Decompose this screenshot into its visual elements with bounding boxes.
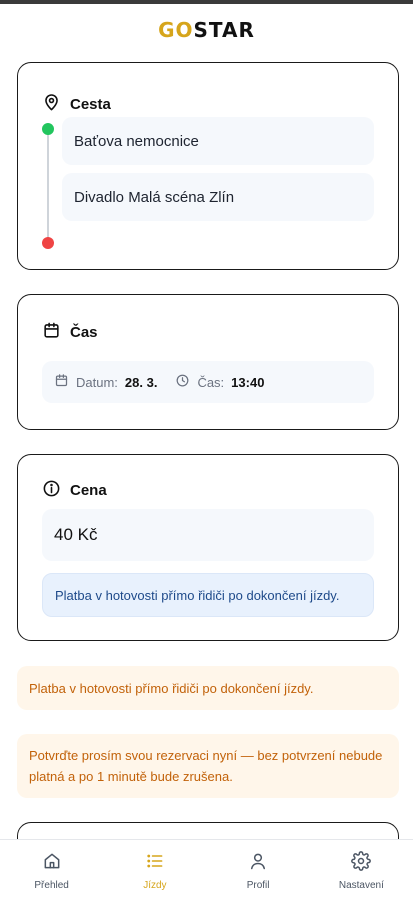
- calendar-icon: [42, 321, 61, 344]
- info-icon: [42, 479, 61, 502]
- route-card: Cesta Baťova nemocnice Divadlo Malá scén…: [17, 62, 399, 270]
- date-value: 28. 3.: [124, 374, 158, 390]
- map-pin-icon: [42, 93, 61, 116]
- price-title-label: Cena: [70, 482, 107, 499]
- price-card-title: Cena: [42, 479, 107, 502]
- calendar-small-icon: [54, 373, 76, 391]
- nav-label-profil: Profil: [246, 880, 270, 891]
- logo-star-text: STAR: [193, 18, 255, 42]
- time-label: Čas:: [197, 374, 225, 390]
- time-value: 13:40: [231, 374, 265, 390]
- bottom-navigation: Přehled Jízdy Profil Nastavení: [0, 839, 413, 899]
- datetime-row[interactable]: Datum: 28. 3. Čas: 13:40: [42, 361, 374, 403]
- nav-label-jizdy: Jízdy: [143, 880, 167, 891]
- app-header: GO STAR: [0, 4, 413, 56]
- nav-label-prehled: Přehled: [34, 880, 69, 891]
- payment-info-note: Platba v hotovosti přímo řidiči po dokon…: [42, 573, 374, 617]
- time-card: Čas Datum: 28. 3. Čas: 13:40: [17, 294, 399, 430]
- nav-item-jizdy[interactable]: Jízdy: [103, 840, 206, 899]
- nav-label-nastaveni: Nastavení: [338, 880, 384, 891]
- home-icon: [42, 851, 62, 880]
- nav-item-prehled[interactable]: Přehled: [0, 840, 103, 899]
- logo-go-text: GO: [158, 18, 194, 42]
- time-card-title: Čas: [42, 321, 98, 344]
- next-card-partial: [17, 822, 399, 839]
- route-start-dot: [42, 123, 54, 135]
- list-icon: [145, 851, 165, 880]
- route-to-field[interactable]: Divadlo Malá scéna Zlín: [62, 173, 374, 221]
- date-label: Datum:: [76, 374, 118, 390]
- payment-notice: Platba v hotovosti přímo řidiči po dokon…: [17, 666, 399, 710]
- route-end-dot: [42, 237, 54, 249]
- app-logo[interactable]: GO STAR: [158, 18, 255, 42]
- gear-icon: [351, 851, 372, 880]
- user-icon: [248, 851, 268, 880]
- route-from-field[interactable]: Baťova nemocnice: [62, 117, 374, 165]
- nav-item-profil[interactable]: Profil: [207, 840, 310, 899]
- time-title-label: Čas: [70, 324, 98, 341]
- clock-icon: [175, 373, 197, 391]
- route-card-title: Cesta: [42, 93, 111, 116]
- main-content[interactable]: Cesta Baťova nemocnice Divadlo Malá scén…: [0, 56, 413, 839]
- route-connector-line: [47, 129, 49, 243]
- nav-item-nastaveni[interactable]: Nastavení: [310, 840, 413, 899]
- confirm-notice: Potvrďte prosím svou rezervaci nyní — be…: [17, 734, 399, 798]
- price-card: Cena 40 Kč Platba v hotovosti přímo řidi…: [17, 454, 399, 641]
- route-title-label: Cesta: [70, 96, 111, 113]
- price-value: 40 Kč: [42, 509, 374, 561]
